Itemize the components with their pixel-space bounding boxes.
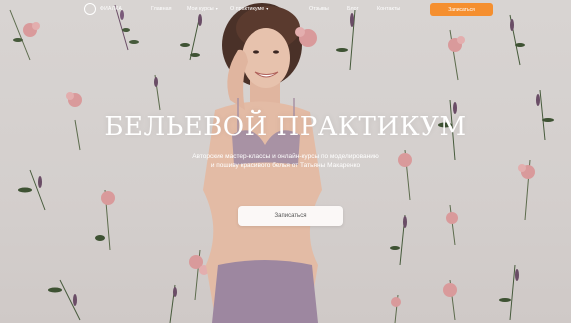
flower-sprig-decoration xyxy=(18,169,46,211)
hero-subtitle-line: Авторские мастер-классы и онлайн-курсы п… xyxy=(192,153,379,160)
flower-sprig-decoration xyxy=(518,159,535,221)
flower-sprig-decoration xyxy=(169,284,177,323)
nav-item-contacts[interactable]: Контакты xyxy=(377,6,400,12)
nav-item-about[interactable]: О практикуме ▾ xyxy=(230,6,268,12)
hero-signup-button[interactable]: Записаться xyxy=(238,206,343,226)
nav-item-reviews[interactable]: Отзывы xyxy=(309,6,329,12)
nav-item-blog[interactable]: Блог xyxy=(347,6,359,12)
flower-sprig-decoration xyxy=(443,279,457,321)
flower-sprig-decoration xyxy=(509,14,525,66)
flower-sprig-decoration xyxy=(391,294,401,323)
flower-sprig-decoration xyxy=(189,249,209,301)
hero-title: БЕЛЬЕВОЙ ПРАКТИКУМ xyxy=(104,112,467,142)
flower-sprig-decoration xyxy=(154,74,161,111)
flower-sprig-decoration xyxy=(499,264,519,321)
header-signup-button[interactable]: Записаться xyxy=(430,3,493,16)
nav-item-my-courses[interactable]: Мои курсы ▾ xyxy=(187,6,218,12)
flower-sprig-decoration xyxy=(48,279,81,321)
brand-logo[interactable]: ФИАЛКА xyxy=(84,3,122,15)
logo-mark-icon xyxy=(84,3,96,15)
brand-name: ФИАЛКА xyxy=(100,6,123,12)
flower-sprig-decoration xyxy=(390,214,407,266)
chevron-down-icon: ▾ xyxy=(215,6,218,11)
flower-sprig-decoration xyxy=(95,189,115,251)
page: ФИАЛКА Главная Мои курсы ▾ О практикуме ▾ … xyxy=(0,0,571,323)
flower-sprig-decoration xyxy=(448,29,465,81)
hero-subtitle: Авторские мастер-классы и онлайн-курсы п… xyxy=(170,152,401,170)
flower-sprig-decoration xyxy=(446,204,458,246)
flower-sprig-decoration xyxy=(180,14,202,61)
hero-subtitle-line: и пошиву красивого белья от Татьяны Мака… xyxy=(210,162,361,169)
top-navigation: ФИАЛКА Главная Мои курсы ▾ О практикуме ▾ … xyxy=(0,0,571,20)
chevron-down-icon: ▾ xyxy=(266,6,269,11)
nav-item-home[interactable]: Главная xyxy=(151,6,172,12)
